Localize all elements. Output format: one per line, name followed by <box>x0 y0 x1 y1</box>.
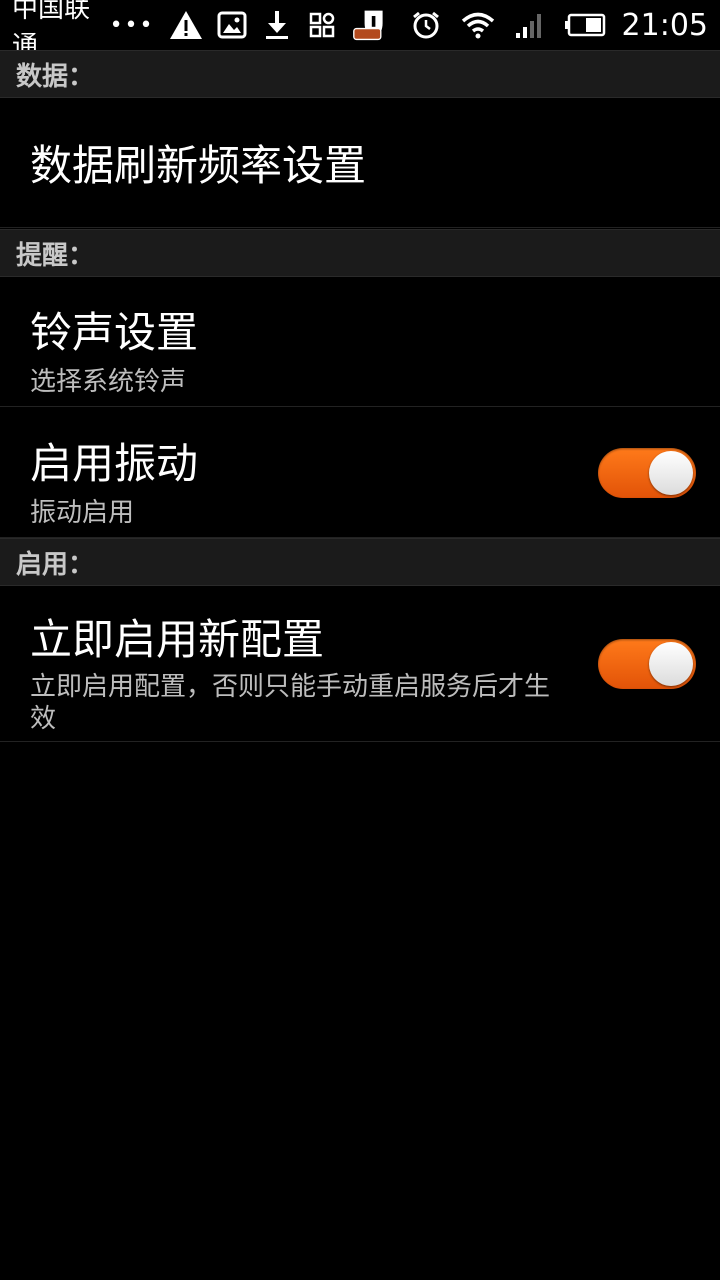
download-icon <box>262 7 293 43</box>
setting-title: 立即启用新配置 <box>30 615 325 664</box>
status-bar: 中国联通 ••• 21:05 <box>0 0 720 61</box>
section-header-enable: 启用： <box>0 538 720 586</box>
vibration-setting[interactable]: 启用振动 振动启用 <box>0 408 720 538</box>
security-icon <box>352 7 388 43</box>
warning-icon <box>169 7 203 43</box>
more-notifications-dots: ••• <box>109 12 155 38</box>
apply-config-setting[interactable]: 立即启用新配置 立即启用配置，否则只能手动重启服务后才生效 <box>0 586 720 742</box>
apply-config-toggle[interactable] <box>598 639 696 689</box>
wifi-icon <box>460 7 496 43</box>
vibration-toggle[interactable] <box>598 448 696 498</box>
section-header-reminder: 提醒： <box>0 229 720 277</box>
data-refresh-rate-setting[interactable]: 数据刷新频率设置 <box>0 98 720 228</box>
signal-icon <box>512 7 548 43</box>
grid-icon <box>307 7 338 43</box>
image-icon <box>217 7 248 43</box>
setting-title: 数据刷新频率设置 <box>30 141 367 190</box>
setting-summary: 选择系统铃声 <box>30 367 187 397</box>
setting-summary: 振动启用 <box>30 498 135 528</box>
setting-summary: 立即启用配置，否则只能手动重启服务后才生效 <box>30 672 551 734</box>
setting-title: 铃声设置 <box>30 308 199 357</box>
toggle-knob <box>649 451 693 495</box>
section-header-data: 数据： <box>0 50 720 98</box>
clock: 21:05 <box>621 7 708 43</box>
battery-icon <box>564 7 606 43</box>
ringtone-setting[interactable]: 铃声设置 选择系统铃声 <box>0 277 720 407</box>
alarm-icon <box>408 7 444 43</box>
toggle-knob <box>649 642 693 686</box>
